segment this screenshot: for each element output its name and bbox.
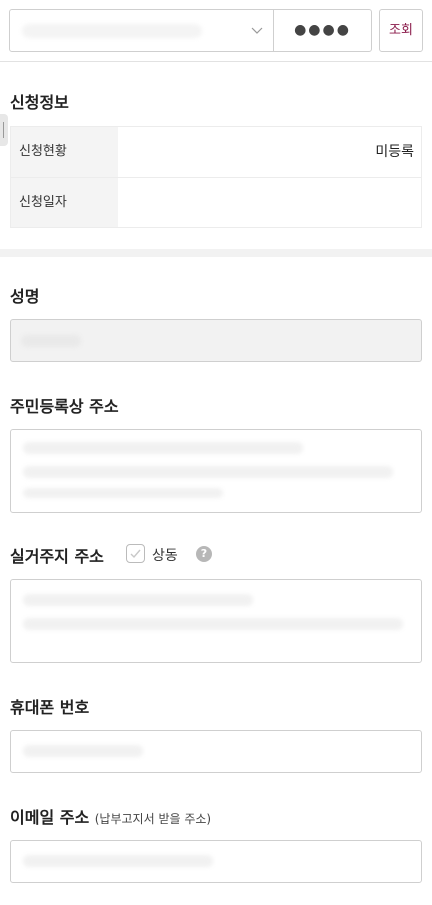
check-icon: [130, 549, 141, 559]
application-info-title: 신청정보: [10, 93, 69, 112]
residence-address-field[interactable]: [10, 579, 422, 663]
registered-address-label: 주민등록상 주소: [10, 397, 119, 416]
pin-input[interactable]: ●●●●: [273, 9, 372, 52]
select-value-redacted: [22, 24, 202, 38]
phone-field[interactable]: [10, 730, 422, 773]
address-line-redacted: [23, 466, 393, 478]
email-value-redacted: [23, 855, 213, 867]
phone-value-redacted: [23, 745, 143, 757]
info-row-date: 신청일자: [11, 177, 421, 227]
same-address-checkbox[interactable]: [126, 544, 145, 563]
application-info-table: 신청현황 미등록 신청일자: [10, 126, 422, 228]
address-line-redacted: [23, 618, 403, 630]
address-line-redacted: [23, 488, 223, 498]
name-label: 성명: [10, 287, 40, 306]
name-value-redacted: [21, 335, 81, 347]
help-icon[interactable]: ?: [196, 546, 212, 562]
chevron-down-icon: [251, 27, 263, 34]
address-line-redacted: [23, 442, 303, 454]
drawer-handle[interactable]: [0, 114, 8, 146]
email-label: 이메일 주소 (납부고지서 받을 주소): [10, 804, 211, 828]
status-value: 미등록: [375, 144, 414, 160]
address-line-redacted: [23, 594, 253, 606]
email-field[interactable]: [10, 840, 422, 883]
email-note: (납부고지서 받을 주소): [94, 812, 212, 826]
name-field: [10, 319, 422, 362]
registered-address-field[interactable]: [10, 429, 422, 513]
search-bar: ●●●● 조회: [0, 0, 432, 62]
email-label-text: 이메일 주소: [10, 808, 90, 827]
info-row-status: 신청현황 미등록: [11, 127, 421, 177]
same-address-label[interactable]: 상동: [152, 545, 178, 565]
date-value: [118, 178, 421, 227]
residence-address-label: 실거주지 주소: [10, 547, 104, 566]
account-select[interactable]: [9, 9, 274, 52]
search-button[interactable]: 조회: [379, 9, 423, 52]
section-divider: [0, 249, 432, 257]
status-label: 신청현황: [11, 127, 118, 177]
phone-label: 휴대폰 번호: [10, 698, 90, 717]
date-label: 신청일자: [11, 178, 118, 227]
